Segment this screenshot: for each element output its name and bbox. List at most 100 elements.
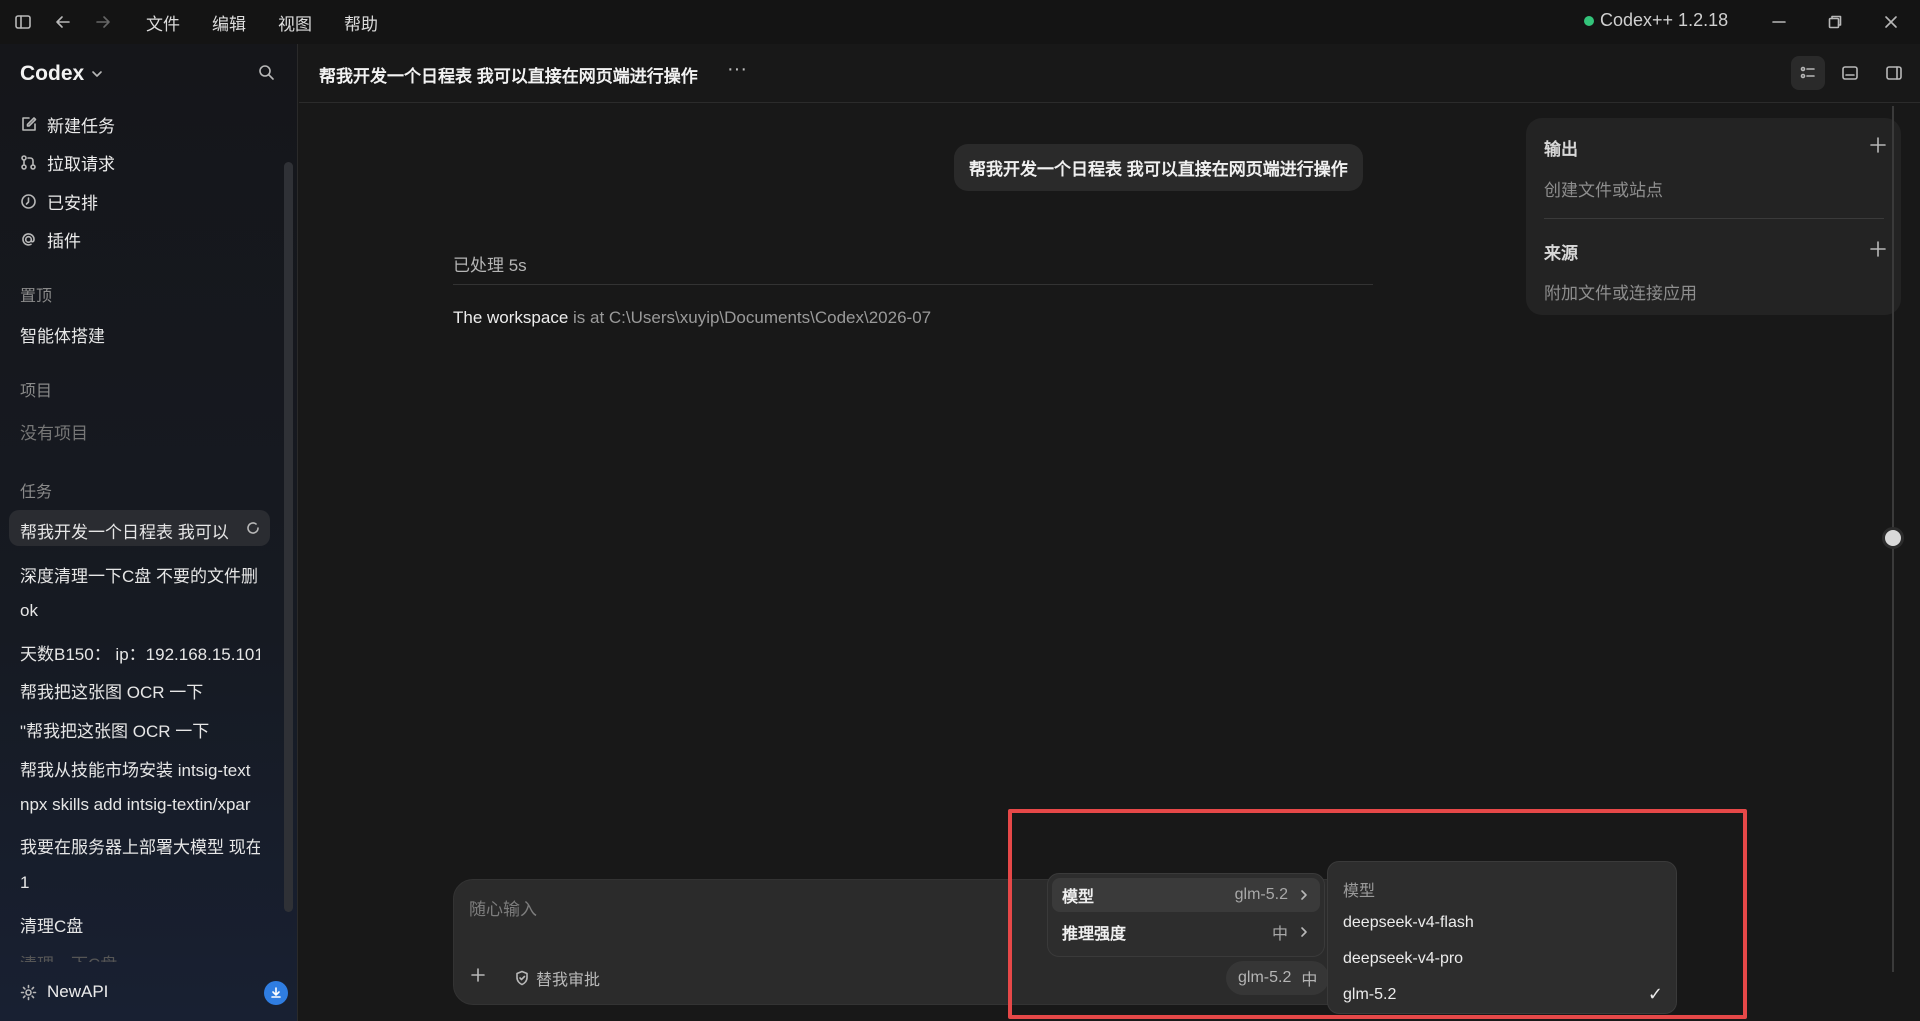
terminal-panel-icon[interactable] (1833, 56, 1867, 90)
right-panel-toggle-icon[interactable] (1877, 56, 1911, 90)
section-label-projects: 项目 (20, 383, 53, 400)
menu-item-label: 模型 (1062, 889, 1095, 906)
add-attachment-icon[interactable] (469, 966, 487, 984)
download-icon[interactable] (264, 981, 288, 1005)
search-icon[interactable] (258, 64, 275, 81)
pinned-item[interactable]: 智能体搭建 (20, 322, 260, 347)
menu-item-model[interactable]: 模型 glm-5.2 (1052, 878, 1320, 912)
task-item[interactable]: 帮我开发一个日程表 我可以 (20, 518, 232, 543)
add-output-icon[interactable] (1869, 136, 1887, 154)
model-selector-button[interactable]: glm-5.2 中 (1226, 961, 1330, 995)
shield-icon (514, 970, 530, 986)
projects-empty: 没有项目 (20, 424, 88, 443)
submenu-header: 模型 (1343, 883, 1376, 900)
model-option-selected[interactable]: glm-5.2 ✓ (1343, 984, 1663, 1004)
pull-request-icon (20, 154, 37, 171)
menu-item-value: glm-5.2 (1234, 886, 1288, 903)
model-option-label: deepseek-v4-flash (1343, 914, 1474, 931)
menu-item-reasoning-effort[interactable]: 推理强度 中 (1052, 915, 1320, 949)
settings-button[interactable]: NewAPI (20, 982, 108, 1002)
sidebar-item-new-task[interactable]: 新建任务 (20, 112, 115, 137)
task-item[interactable]: 深度清理一下C盘 不要的文件删 (20, 562, 260, 587)
processed-status[interactable]: 已处理 5s (453, 251, 527, 276)
sidebar-item-label: 拉取请求 (47, 155, 115, 174)
task-item[interactable]: 1 (20, 873, 260, 893)
output-subtitle[interactable]: 创建文件或站点 (1544, 176, 1663, 201)
model-option[interactable]: deepseek-v4-pro (1343, 950, 1663, 968)
model-options-submenu: 模型 deepseek-v4-flash deepseek-v4-pro glm… (1327, 861, 1677, 1014)
menu-edit[interactable]: 编辑 (212, 10, 246, 35)
minimize-icon[interactable] (1764, 7, 1794, 37)
sidebar-scrollbar[interactable] (284, 162, 293, 912)
output-title: 输出 (1544, 140, 1578, 159)
user-message: 帮我开发一个日程表 我可以直接在网页端进行操作 (954, 144, 1363, 191)
source-subtitle[interactable]: 附加文件或连接应用 (1544, 279, 1697, 304)
add-source-icon[interactable] (1869, 240, 1887, 258)
approval-mode-button[interactable]: 替我审批 (514, 966, 600, 990)
thread-title: 帮我开发一个日程表 我可以直接在网页端进行操作 (319, 67, 698, 86)
assistant-message: The workspace is at C:\Users\xuyip\Docum… (453, 308, 931, 328)
task-item[interactable]: 清理一下C盘 (20, 950, 260, 962)
model-settings-menu: 模型 glm-5.2 推理强度 中 (1047, 873, 1325, 957)
menu-item-value: 中 (1271, 926, 1288, 943)
sidebar-item-label: 已安排 (47, 194, 98, 213)
model-chip-label: glm-5.2 (1238, 969, 1292, 986)
scroll-handle[interactable] (1882, 527, 1904, 549)
list-view-icon[interactable] (1791, 56, 1825, 90)
settings-label: NewAPI (47, 982, 109, 1001)
sidebar-item-pull-requests[interactable]: 拉取请求 (20, 150, 115, 175)
restore-icon[interactable] (1820, 7, 1850, 37)
model-option-label: glm-5.2 (1343, 986, 1397, 1003)
sidebar-item-label: 新建任务 (47, 117, 115, 136)
status-dot-icon (1584, 15, 1594, 26)
assistant-text-a: The workspace (453, 308, 569, 327)
menu-help[interactable]: 帮助 (344, 10, 378, 35)
loading-spinner-icon (245, 520, 261, 536)
title-bar: 文件 编辑 视图 帮助 Codex++ 1.2.18 (0, 0, 1920, 44)
assistant-text-b: is at C:\Users\xuyip\Documents\Codex\202… (568, 308, 932, 327)
task-item[interactable]: 帮我把这张图 OCR 一下 (20, 678, 260, 703)
sidebar-item-label: 插件 (47, 232, 81, 251)
message-input[interactable] (469, 900, 1029, 920)
sidebar-toggle-icon[interactable] (8, 7, 38, 37)
sidebar-item-scheduled[interactable]: 已安排 (20, 189, 98, 214)
edit-icon (20, 116, 37, 133)
task-item[interactable]: ok (20, 601, 260, 621)
gear-icon (20, 984, 37, 1001)
task-item[interactable]: "帮我把这张图 OCR 一下 (20, 717, 260, 742)
workspace-switcher[interactable]: Codex (20, 62, 104, 86)
approval-label: 替我审批 (536, 972, 601, 989)
task-item[interactable]: npx skills add intsig-textin/xpar (20, 795, 260, 815)
chevron-down-icon (90, 67, 104, 81)
section-label-pinned: 置顶 (20, 288, 53, 305)
section-label-tasks: 任务 (20, 484, 53, 501)
task-item[interactable]: 我要在服务器上部署大模型 现在 (20, 833, 260, 858)
more-options-icon[interactable]: ··· (727, 58, 747, 81)
model-option-label: deepseek-v4-pro (1343, 950, 1464, 967)
sidebar-item-plugins[interactable]: 插件 (20, 227, 81, 252)
app-version-label: Codex++ 1.2.18 (1600, 10, 1729, 30)
divider (1544, 218, 1884, 219)
forward-arrow-icon[interactable] (88, 7, 118, 37)
close-icon[interactable] (1876, 7, 1906, 37)
divider (453, 284, 1373, 285)
at-icon (20, 231, 37, 248)
chevron-right-icon (1298, 889, 1310, 901)
checkmark-icon: ✓ (1647, 984, 1663, 1004)
menu-file[interactable]: 文件 (146, 10, 180, 35)
task-item[interactable]: 天数B150： ip：192.168.15.101 (20, 640, 260, 665)
menu-item-label: 推理强度 (1062, 926, 1127, 943)
context-panel: 输出 创建文件或站点 来源 附加文件或连接应用 (1526, 118, 1901, 315)
task-item[interactable]: 帮我从技能市场安装 intsig-text (20, 756, 260, 781)
effort-chip-label: 中 (1301, 972, 1318, 989)
thread-header: 帮我开发一个日程表 我可以直接在网页端进行操作 ··· (299, 44, 1920, 103)
clock-icon (20, 193, 37, 210)
chevron-right-icon (1298, 926, 1310, 938)
back-arrow-icon[interactable] (48, 7, 78, 37)
menu-view[interactable]: 视图 (278, 10, 312, 35)
task-item[interactable]: 清理C盘 (20, 912, 260, 937)
app-version: Codex++ 1.2.18 (1584, 10, 1728, 31)
model-option[interactable]: deepseek-v4-flash (1343, 914, 1663, 932)
source-title: 来源 (1544, 244, 1578, 263)
brand-label: Codex (20, 62, 85, 85)
